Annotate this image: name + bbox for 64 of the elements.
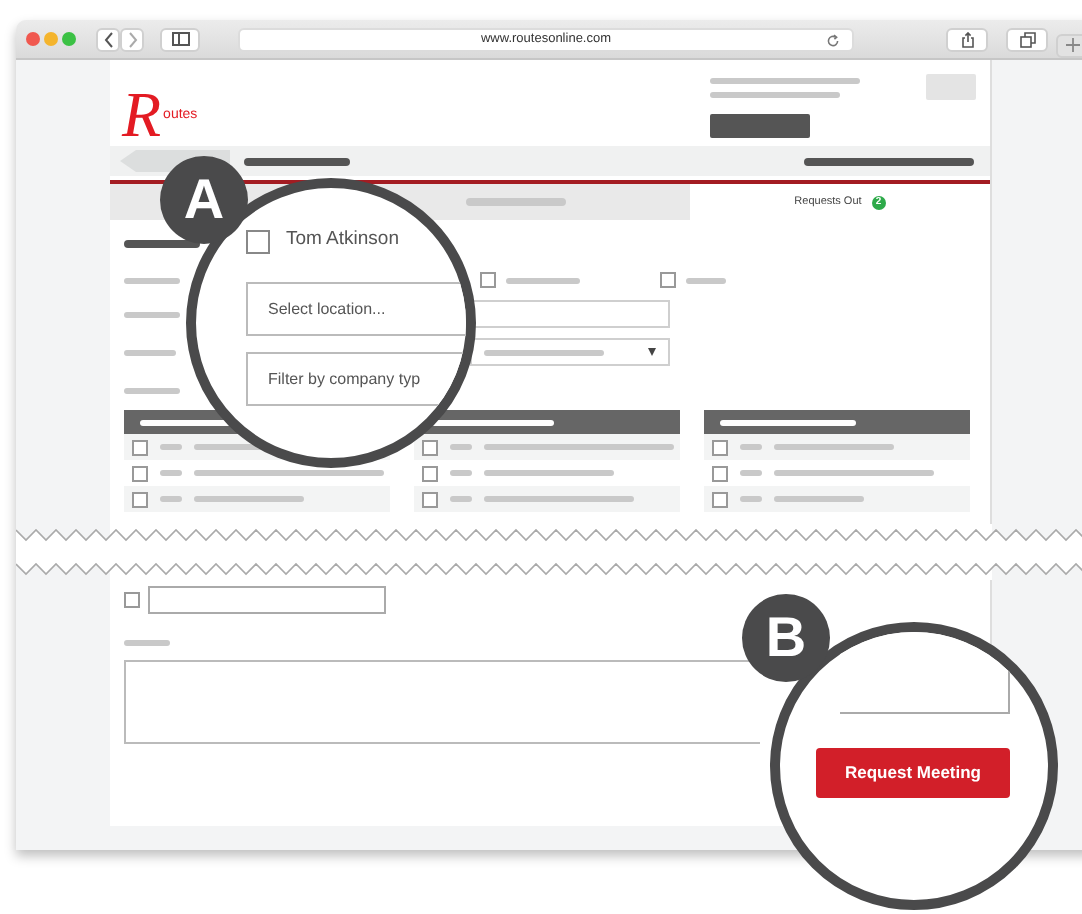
placeholder-bar bbox=[484, 470, 614, 476]
checkbox[interactable] bbox=[422, 491, 438, 507]
text-area-field[interactable] bbox=[124, 660, 760, 744]
placeholder-bar bbox=[160, 470, 182, 476]
back-icon bbox=[103, 31, 113, 47]
share-icon bbox=[961, 31, 973, 47]
back-button[interactable] bbox=[96, 27, 120, 51]
placeholder-bar bbox=[124, 640, 170, 646]
input-field[interactable] bbox=[148, 586, 386, 614]
checkbox[interactable] bbox=[480, 272, 496, 288]
request-meeting-button[interactable]: Request Meeting bbox=[816, 748, 1010, 798]
placeholder-bar bbox=[244, 157, 350, 165]
placeholder-bar bbox=[450, 470, 472, 476]
placeholder-bar bbox=[124, 387, 180, 393]
checkbox[interactable] bbox=[132, 439, 148, 455]
placeholder-bar bbox=[450, 496, 472, 502]
reload-icon[interactable] bbox=[826, 33, 840, 47]
placeholder-bar bbox=[124, 277, 180, 283]
contact-name: Tom Atkinson bbox=[286, 226, 399, 254]
checkbox[interactable] bbox=[132, 465, 148, 481]
placeholder-bar bbox=[506, 277, 580, 283]
placeholder-bar bbox=[124, 311, 180, 317]
company-type-field[interactable]: Filter by company typ bbox=[246, 352, 466, 406]
new-tab-button[interactable] bbox=[1056, 33, 1082, 57]
window-close-button[interactable] bbox=[26, 32, 40, 46]
checkbox[interactable] bbox=[422, 465, 438, 481]
checkbox[interactable] bbox=[712, 465, 728, 481]
placeholder-bar bbox=[740, 470, 762, 476]
placeholder-bar bbox=[740, 444, 762, 450]
placeholder-bar bbox=[465, 198, 565, 206]
placeholder-bar bbox=[194, 496, 304, 502]
sidebar-button[interactable] bbox=[160, 27, 200, 51]
tabs-button[interactable] bbox=[1006, 27, 1048, 51]
checkbox[interactable] bbox=[132, 491, 148, 507]
caret-icon bbox=[648, 348, 656, 356]
input-field[interactable] bbox=[470, 300, 670, 328]
placeholder-bar bbox=[720, 419, 856, 425]
placeholder-bar bbox=[686, 277, 726, 283]
forward-icon bbox=[127, 31, 137, 47]
share-button[interactable] bbox=[946, 27, 988, 51]
placeholder-bar bbox=[484, 349, 604, 355]
checkbox[interactable] bbox=[712, 491, 728, 507]
placeholder-bar bbox=[740, 496, 762, 502]
window-zoom-button[interactable] bbox=[62, 32, 76, 46]
checkbox[interactable] bbox=[712, 439, 728, 455]
select-field[interactable] bbox=[470, 338, 670, 366]
location-field[interactable]: Select location... bbox=[246, 282, 466, 336]
checkbox[interactable] bbox=[422, 439, 438, 455]
placeholder-bar bbox=[124, 349, 176, 355]
sidebar-icon bbox=[171, 32, 189, 46]
placeholder-bar bbox=[774, 444, 894, 450]
checkbox[interactable] bbox=[246, 230, 270, 254]
placeholder-bar bbox=[450, 444, 472, 450]
placeholder-bar bbox=[160, 496, 182, 502]
tabs-icon bbox=[1019, 31, 1035, 47]
text-area-field[interactable] bbox=[840, 632, 1010, 714]
window-minimize-button[interactable] bbox=[44, 32, 58, 46]
checkbox[interactable] bbox=[660, 272, 676, 288]
placeholder-bar bbox=[774, 496, 864, 502]
placeholder-bar bbox=[124, 240, 200, 248]
placeholder-bar bbox=[160, 444, 182, 450]
checkbox[interactable] bbox=[124, 592, 140, 608]
placeholder-bar bbox=[710, 92, 840, 98]
plus-icon bbox=[1065, 38, 1079, 52]
